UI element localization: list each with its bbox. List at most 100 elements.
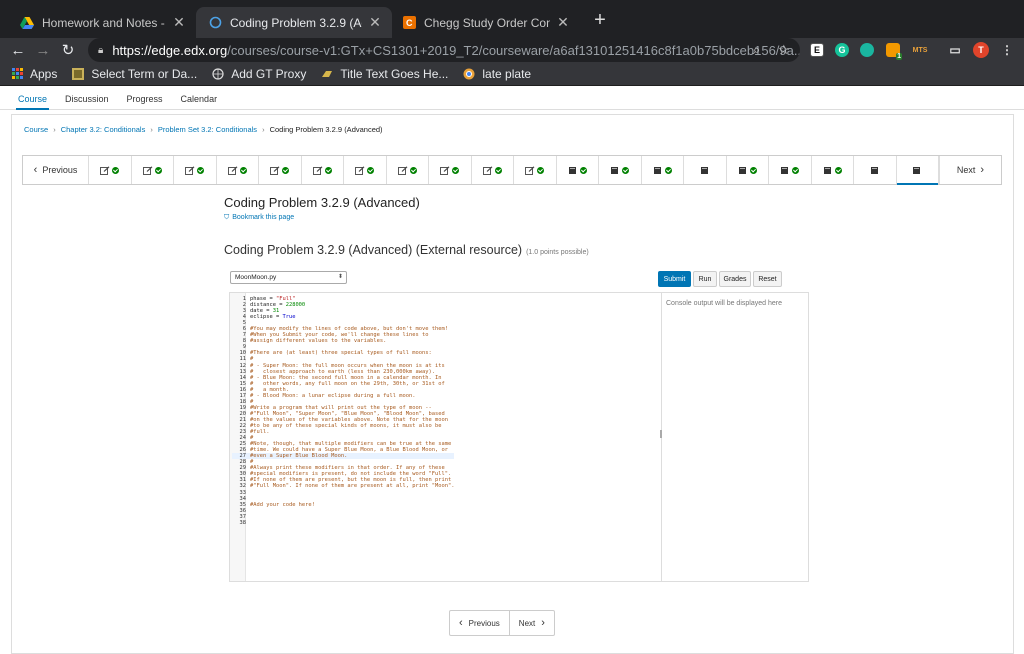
forward-arrow-icon[interactable]: →: [33, 38, 53, 62]
sequence-unit-1[interactable]: [89, 156, 132, 184]
bottom-previous-button[interactable]: ‹ Previous: [450, 611, 510, 635]
google-drive-icon: [20, 16, 34, 30]
sequence-unit-10[interactable]: [472, 156, 514, 184]
reset-button[interactable]: Reset: [753, 271, 782, 287]
sequence-unit-20[interactable]: [896, 156, 939, 185]
sequence-previous-button[interactable]: ‹ Previous: [23, 156, 89, 184]
code-editor[interactable]: 1 phase = "Full" 2 distance = 228000 3 date =…: [229, 292, 662, 582]
breadcrumb: Course › Chapter 3.2: Conditionals › Problem…: [24, 125, 383, 134]
breadcrumb-course-link[interactable]: Course: [24, 125, 48, 134]
cast-icon[interactable]: ▭: [948, 43, 962, 57]
close-tab-icon[interactable]: ✕: [368, 14, 382, 31]
mts-extension-icon[interactable]: MTS: [910, 43, 930, 57]
sequence-unit-13[interactable]: [599, 156, 642, 184]
url-path: /courses/course-v1:GTx+CS1301+2019_T2/co…: [227, 42, 800, 58]
code-line[interactable]: 38: [232, 520, 454, 526]
chevron-right-icon: ›: [53, 125, 56, 134]
code-line[interactable]: 32 #"Full Moon". If none of them are pres…: [232, 483, 455, 489]
course-nav: Course Discussion Progress Calendar: [0, 86, 1024, 110]
book-icon: [610, 166, 620, 175]
address-bar[interactable]: 🔒︎ https://edge.edx.org/courses/course-v…: [88, 38, 800, 62]
check-complete-icon: [239, 166, 247, 174]
breadcrumb-problem-set-link[interactable]: Problem Set 3.2: Conditionals: [158, 125, 257, 134]
calendar-tab[interactable]: Calendar: [181, 94, 218, 109]
bookmark-page-button[interactable]: ⛉ Bookmark this page: [224, 214, 294, 222]
sequence-unit-8[interactable]: [387, 156, 429, 184]
extension-e-icon[interactable]: E: [810, 43, 824, 57]
grades-button[interactable]: Grades: [719, 271, 751, 287]
check-complete-icon: [622, 166, 630, 174]
sequence-unit-9[interactable]: [429, 156, 472, 184]
discussion-tab[interactable]: Discussion: [65, 94, 109, 109]
check-complete-icon: [197, 166, 205, 174]
sequence-unit-15[interactable]: [684, 156, 727, 184]
book-icon: [870, 166, 880, 175]
chevron-left-icon: ‹: [459, 617, 463, 629]
sequence-units: [89, 156, 939, 185]
course-tab[interactable]: Course: [15, 94, 50, 110]
edit-problem-icon: [482, 165, 493, 175]
sequence-unit-16[interactable]: [727, 156, 769, 184]
breadcrumb-chapter-link[interactable]: Chapter 3.2: Conditionals: [61, 125, 146, 134]
code-text[interactable]: 1 phase = "Full" 2 distance = 228000 3 date =…: [232, 296, 455, 526]
sequence-unit-5[interactable]: [259, 156, 302, 184]
points-possible: (1.0 points possible): [526, 249, 589, 256]
book-icon: [823, 166, 833, 175]
profile-avatar[interactable]: T: [973, 42, 989, 58]
check-complete-icon: [749, 166, 757, 174]
book-icon: [780, 166, 790, 175]
sequence-unit-2[interactable]: [132, 156, 174, 184]
grammarly-icon[interactable]: G: [835, 43, 849, 57]
sequence-unit-6[interactable]: [302, 156, 344, 184]
browser-tab-chegg[interactable]: C Chegg Study Order Confirmati ✕: [390, 7, 580, 38]
sequence-unit-19[interactable]: [854, 156, 897, 184]
loading-ring-icon: [208, 16, 222, 30]
bookmark-icon: ⛉: [224, 214, 230, 221]
browser-menu-icon[interactable]: ⋮: [1000, 43, 1014, 57]
close-tab-icon[interactable]: ✕: [556, 14, 570, 31]
close-tab-icon[interactable]: ✕: [172, 14, 186, 31]
chevron-right-icon: ›: [262, 125, 265, 134]
file-select[interactable]: MoonMoon.py ⬍: [230, 271, 347, 284]
sequence-next-button[interactable]: Next ›: [939, 156, 1001, 184]
bookmark-apps[interactable]: Apps: [10, 67, 57, 81]
bottom-sequence-nav: ‹ Previous Next ›: [449, 610, 555, 636]
browser-tab-coding-problem[interactable]: Coding Problem 3.2.9 (Advance ✕: [196, 7, 392, 38]
sequence-unit-17[interactable]: [769, 156, 812, 184]
bookmark-late-plate[interactable]: late plate: [462, 67, 531, 81]
reload-icon[interactable]: ↻: [58, 38, 78, 62]
progress-tab[interactable]: Progress: [127, 94, 163, 109]
check-complete-icon: [452, 166, 460, 174]
new-tab-button[interactable]: +: [590, 10, 610, 30]
sequence-unit-7[interactable]: [344, 156, 387, 184]
edit-problem-icon: [397, 165, 408, 175]
back-arrow-icon[interactable]: ←: [8, 38, 28, 62]
bookmark-title-text[interactable]: Title Text Goes He...: [320, 67, 448, 81]
zoom-search-icon[interactable]: ⌕: [753, 42, 760, 58]
star-bookmark-icon[interactable]: ☆: [778, 42, 790, 58]
extension-teal-icon[interactable]: [860, 43, 874, 57]
sequence-unit-14[interactable]: [642, 156, 684, 184]
sequence-unit-12[interactable]: [557, 156, 599, 184]
sequence-unit-18[interactable]: [812, 156, 854, 184]
book-icon: [653, 166, 663, 175]
bookmark-add-gt-proxy[interactable]: Add GT Proxy: [211, 67, 306, 81]
code-line[interactable]: 10 #There are (at least) three special ty…: [232, 350, 454, 356]
edit-problem-icon: [227, 165, 238, 175]
sequence-unit-4[interactable]: [217, 156, 259, 184]
sequence-unit-3[interactable]: [174, 156, 217, 184]
edit-problem-icon: [440, 165, 450, 175]
sequence-unit-11[interactable]: [514, 156, 557, 184]
bookmark-page-icon: [71, 67, 85, 81]
url-host: https://edge.edx.org: [112, 42, 228, 58]
edit-problem-icon: [100, 165, 110, 175]
submit-button[interactable]: Submit: [658, 271, 691, 287]
svg-text:C: C: [406, 18, 413, 28]
run-button[interactable]: Run: [693, 271, 717, 287]
bookmark-select-term[interactable]: Select Term or Da...: [71, 67, 197, 81]
extension-orange-icon[interactable]: 1: [886, 43, 902, 60]
browser-tab-homework[interactable]: Homework and Notes - Google ✕: [8, 7, 196, 38]
bottom-next-button[interactable]: Next ›: [510, 611, 554, 635]
select-arrows-icon: ⬍: [337, 274, 343, 280]
book-icon: [700, 166, 710, 175]
